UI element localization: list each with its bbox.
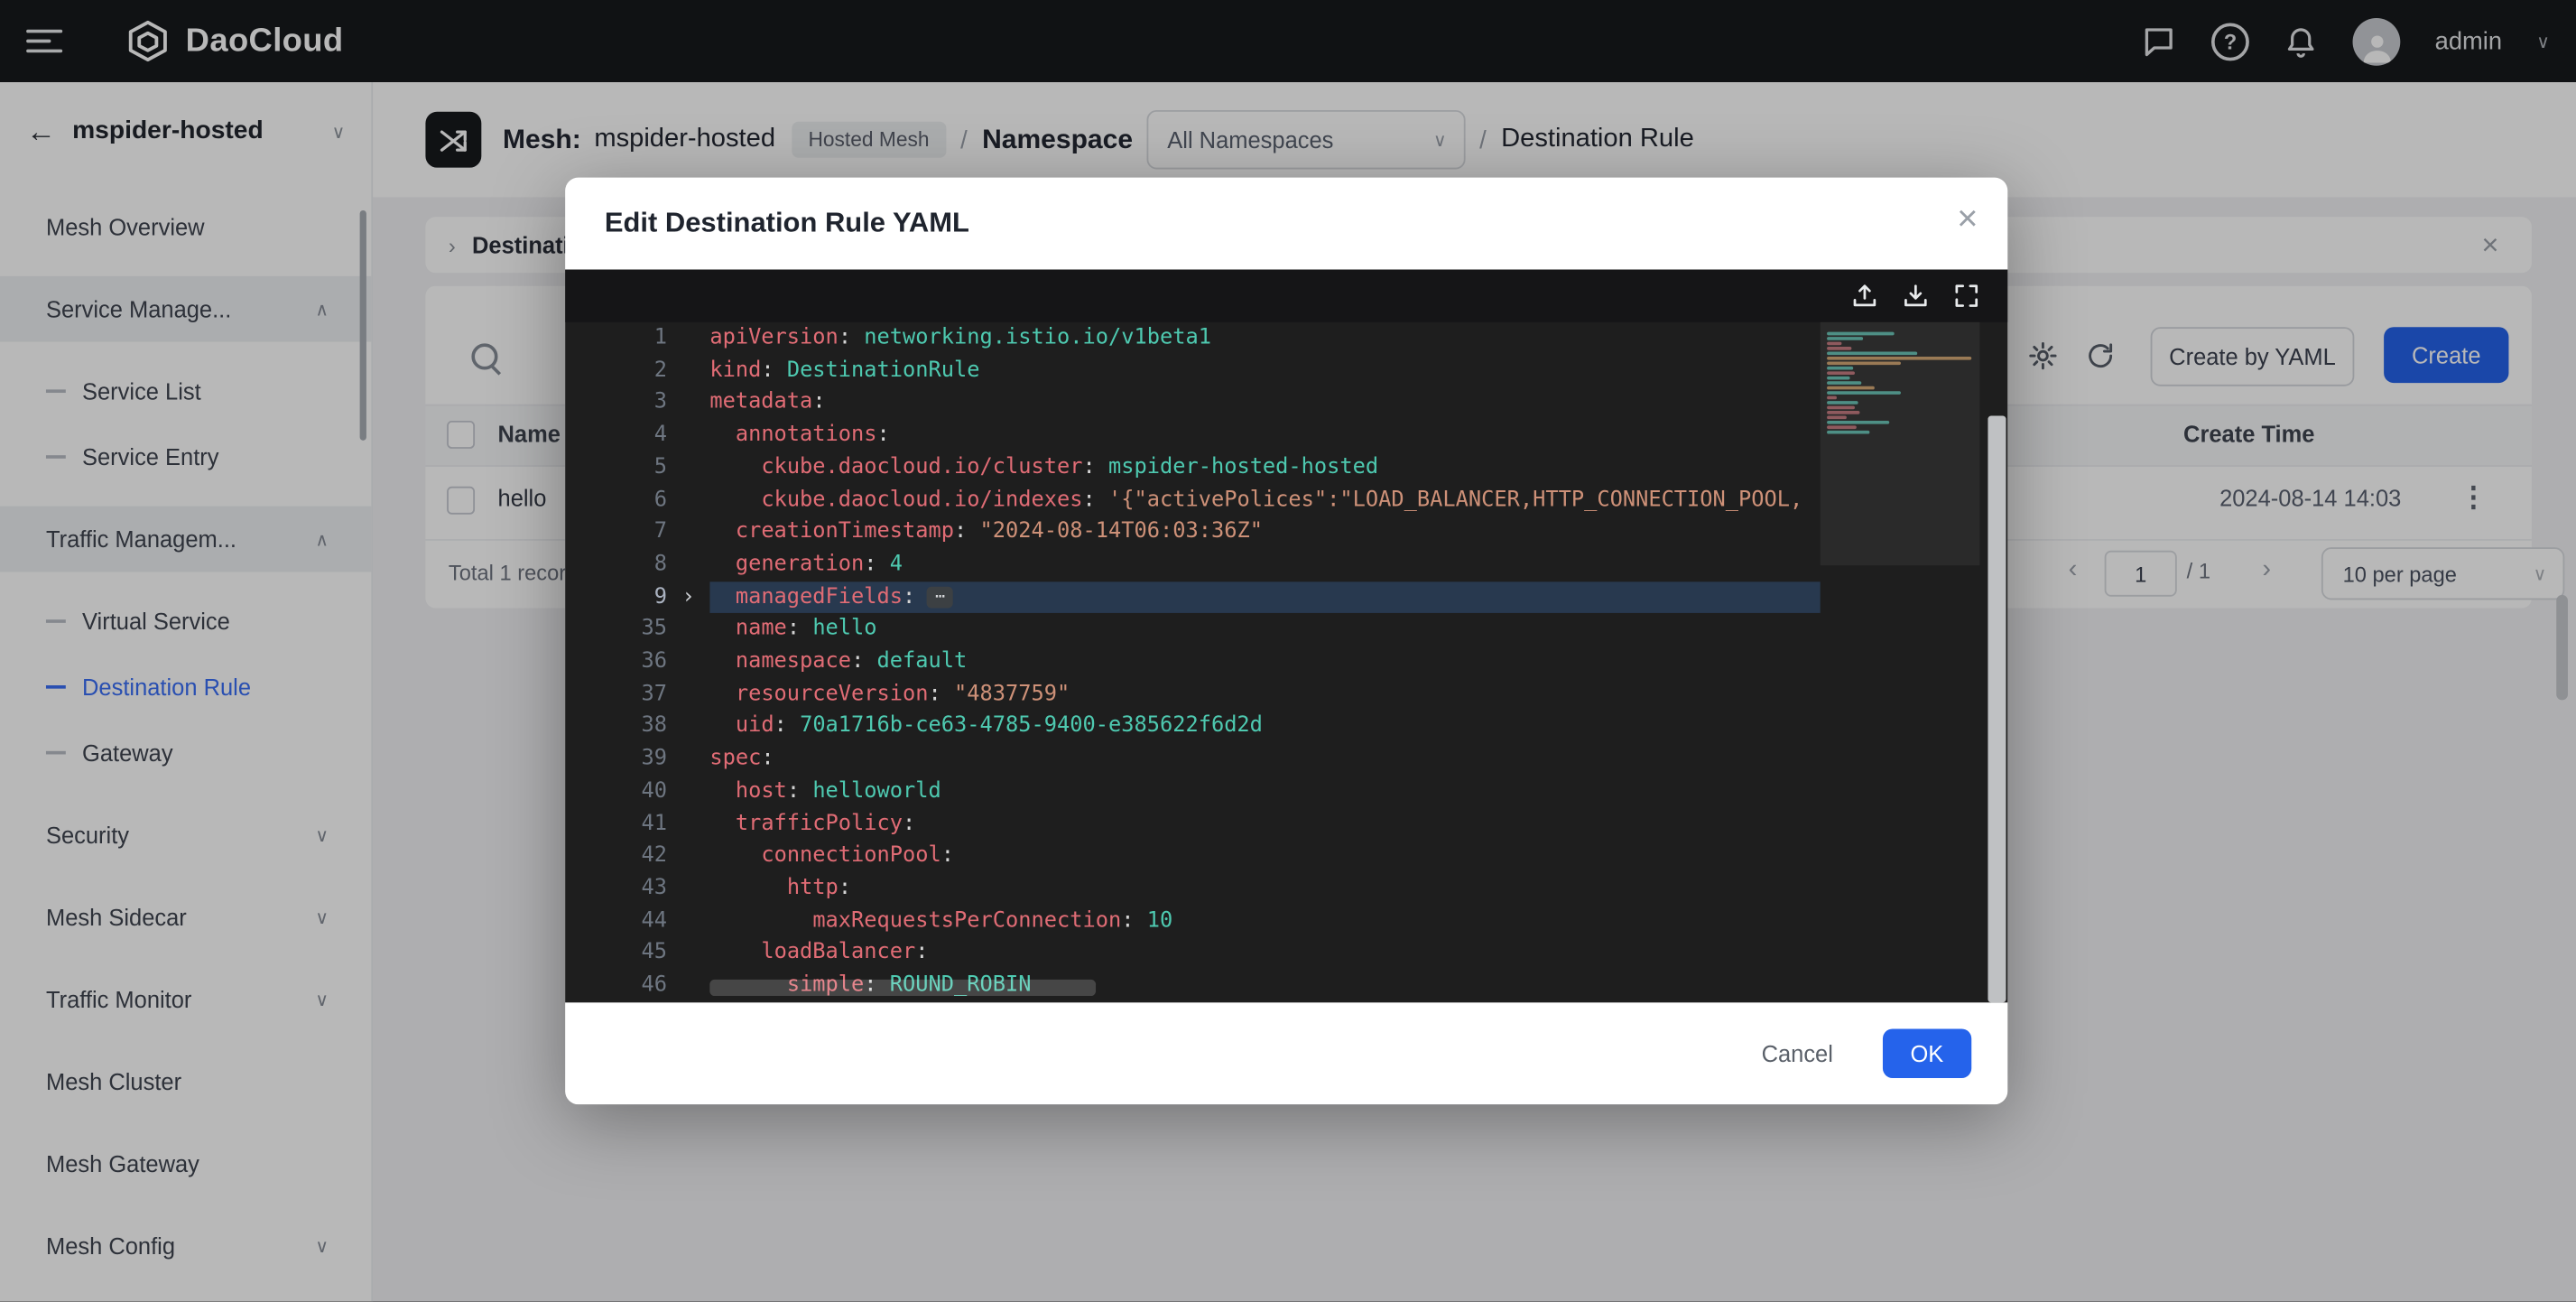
line-number: 9: [565, 581, 667, 614]
yaml-editor: 123456789›353637383940414243444546 apiVe…: [565, 270, 2007, 1003]
modal-close-icon[interactable]: ×: [1957, 200, 1978, 237]
line-number: 42: [565, 841, 667, 873]
fold-gutter: [667, 322, 709, 355]
fold-gutter: [667, 937, 709, 970]
code-line[interactable]: maxRequestsPerConnection: 10: [709, 905, 1820, 937]
line-number: 38: [565, 711, 667, 743]
ok-button[interactable]: OK: [1883, 1028, 1972, 1078]
line-number: 8: [565, 549, 667, 581]
modal-title: Edit Destination Rule YAML: [605, 207, 969, 239]
code-line[interactable]: metadata:: [709, 386, 1820, 419]
editor-gutter: 123456789›353637383940414243444546: [565, 322, 709, 1002]
editor-horizontal-scrollbar[interactable]: [709, 980, 1096, 996]
line-number: 5: [565, 451, 667, 484]
line-number: 45: [565, 937, 667, 970]
code-line[interactable]: creationTimestamp: "2024-08-14T06:03:36Z…: [709, 516, 1820, 549]
code-line[interactable]: annotations:: [709, 419, 1820, 451]
line-number: 35: [565, 614, 667, 646]
line-number: 7: [565, 516, 667, 549]
line-number: 44: [565, 905, 667, 937]
code-line[interactable]: trafficPolicy:: [709, 808, 1820, 841]
fullscreen-icon[interactable]: [1951, 281, 1981, 311]
code-line[interactable]: host: helloworld: [709, 776, 1820, 808]
fold-gutter: [667, 711, 709, 743]
code-line[interactable]: namespace: default: [709, 646, 1820, 678]
edit-yaml-modal: Edit Destination Rule YAML × 123456789›3…: [565, 178, 2007, 1105]
folded-region-badge[interactable]: ⋯: [927, 586, 953, 608]
code-area[interactable]: 123456789›353637383940414243444546 apiVe…: [565, 322, 2007, 1003]
cancel-button[interactable]: Cancel: [1762, 1040, 1833, 1066]
line-number: 40: [565, 776, 667, 808]
fold-gutter: [667, 841, 709, 873]
line-number: 36: [565, 646, 667, 678]
code-line[interactable]: ckube.daocloud.io/cluster: mspider-hoste…: [709, 451, 1820, 484]
download-icon[interactable]: [1901, 281, 1931, 311]
editor-vertical-scrollbar[interactable]: [1988, 416, 2006, 1003]
modal-footer: Cancel OK: [565, 1002, 2007, 1104]
app-root: DaoCloud ? admin ∨ ← mspider-hosted ∨ Me…: [0, 0, 2576, 1302]
line-number: 1: [565, 322, 667, 355]
code-line[interactable]: resourceVersion: "4837759": [709, 678, 1820, 711]
fold-gutter: [667, 516, 709, 549]
fold-gutter: [667, 872, 709, 905]
line-number: 6: [565, 484, 667, 516]
code-line[interactable]: generation: 4: [709, 549, 1820, 581]
fold-gutter: [667, 678, 709, 711]
code-line[interactable]: ckube.daocloud.io/indexes: '{"activePoli…: [709, 484, 1820, 516]
fold-gutter: [667, 743, 709, 776]
fold-gutter: [667, 451, 709, 484]
fold-gutter: [667, 549, 709, 581]
fold-gutter: [667, 776, 709, 808]
fold-gutter: [667, 646, 709, 678]
code-line[interactable]: loadBalancer:: [709, 937, 1820, 970]
line-number: 3: [565, 386, 667, 419]
line-number: 46: [565, 970, 667, 1002]
fold-chevron-icon[interactable]: ›: [667, 581, 709, 614]
code-line[interactable]: kind: DestinationRule: [709, 355, 1820, 387]
code-line[interactable]: apiVersion: networking.istio.io/v1beta1: [709, 322, 1820, 355]
fold-gutter: [667, 419, 709, 451]
editor-minimap[interactable]: [1821, 322, 1980, 1003]
fold-gutter: [667, 355, 709, 387]
fold-gutter: [667, 808, 709, 841]
minimap-lines: [1827, 332, 1971, 436]
fold-gutter: [667, 970, 709, 1002]
editor-toolbar: [565, 270, 2007, 322]
code-lines[interactable]: apiVersion: networking.istio.io/v1beta1k…: [709, 322, 1820, 1002]
line-number: 4: [565, 419, 667, 451]
code-line[interactable]: managedFields:⋯: [709, 581, 1820, 614]
code-line[interactable]: http:: [709, 872, 1820, 905]
line-number: 2: [565, 355, 667, 387]
line-number: 43: [565, 872, 667, 905]
line-number: 41: [565, 808, 667, 841]
fold-gutter: [667, 905, 709, 937]
line-number: 37: [565, 678, 667, 711]
upload-icon[interactable]: [1850, 281, 1880, 311]
fold-gutter: [667, 484, 709, 516]
code-line[interactable]: spec:: [709, 743, 1820, 776]
fold-gutter: [667, 386, 709, 419]
code-line[interactable]: name: hello: [709, 614, 1820, 646]
fold-gutter: [667, 614, 709, 646]
code-line[interactable]: connectionPool:: [709, 841, 1820, 873]
line-number: 39: [565, 743, 667, 776]
code-line[interactable]: uid: 70a1716b-ce63-4785-9400-e385622f6d2…: [709, 711, 1820, 743]
